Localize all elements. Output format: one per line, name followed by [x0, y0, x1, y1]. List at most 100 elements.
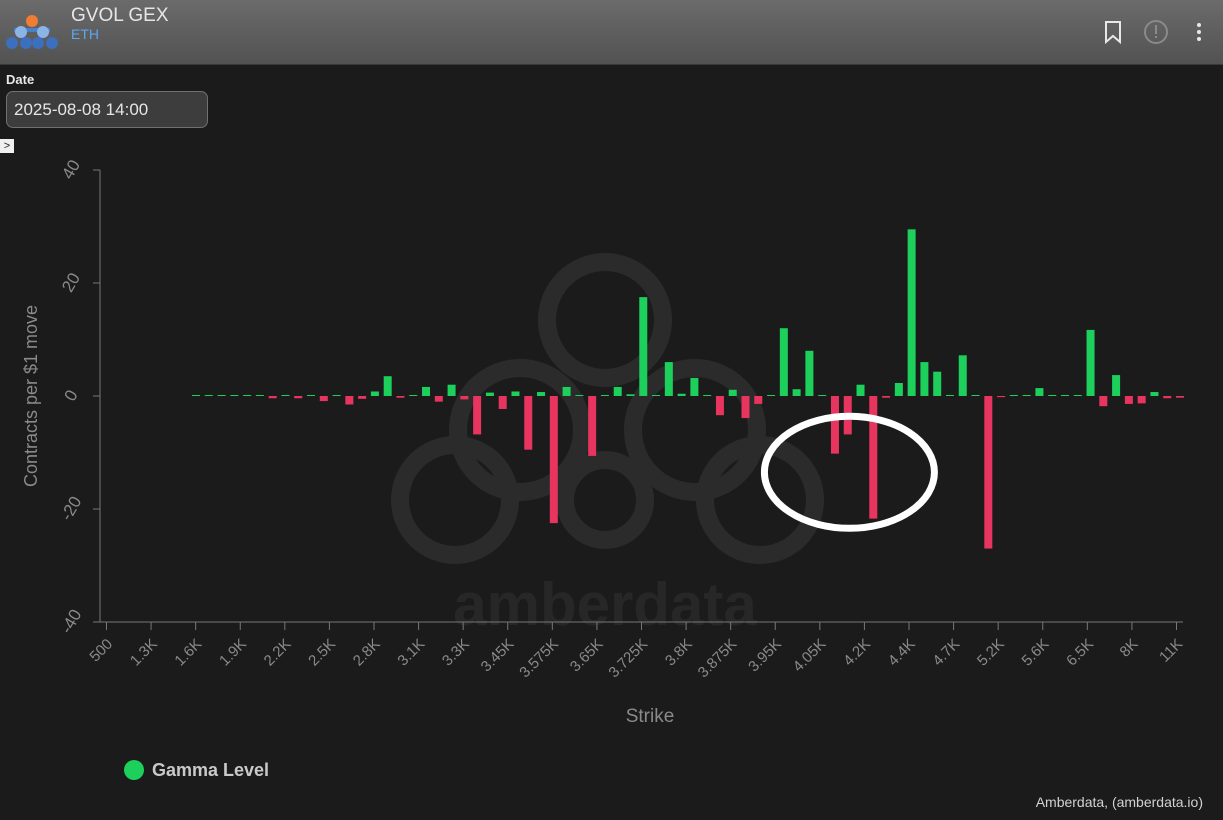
gamma-bar	[383, 376, 392, 396]
gamma-bar	[345, 396, 354, 405]
gamma-bar	[945, 395, 954, 396]
gamma-bar	[511, 391, 520, 396]
widget-header: GVOL GEX ETH	[0, 0, 1223, 65]
gamma-bar	[1163, 396, 1172, 399]
x-tick-label: 2.2K	[261, 636, 295, 670]
legend-label: Gamma Level	[152, 759, 270, 780]
y-tick-label: 40	[58, 157, 84, 183]
gamma-bar	[307, 395, 316, 396]
x-tick-label: 3.95K	[745, 636, 785, 676]
gamma-bar	[728, 389, 737, 396]
gamma-bar	[1048, 395, 1057, 396]
gamma-bar	[626, 394, 635, 396]
x-tick-label: 3.8K	[662, 636, 696, 670]
x-tick-label: 3.3K	[439, 636, 473, 670]
gamma-bar	[639, 297, 648, 396]
x-tick-label: 4.2K	[840, 636, 874, 670]
gamma-bar	[319, 396, 328, 402]
gamma-bar	[549, 396, 558, 524]
asset-subtitle: ETH	[71, 26, 99, 42]
x-axis-title: Strike	[626, 706, 675, 727]
x-tick-label: 1.3K	[127, 636, 161, 670]
gamma-bar	[715, 396, 724, 416]
gamma-bar	[409, 395, 418, 396]
gamma-bar	[1060, 395, 1069, 396]
x-tick-label: 1.9K	[216, 636, 250, 670]
gamma-exposure-chart: amberdata 40 20 0 -20 -40 Contracts per $1 mov…	[21, 157, 1186, 727]
y-tick-label: 0	[61, 387, 82, 405]
x-tick-label: 3.1K	[394, 636, 428, 670]
gamma-bar	[779, 328, 788, 396]
gamma-bar	[332, 395, 341, 396]
x-tick-label: 4.4K	[885, 636, 919, 670]
gamma-bar	[447, 384, 456, 396]
more-menu-icon[interactable]	[1185, 18, 1213, 46]
gamma-bar	[805, 350, 814, 396]
gamma-bar	[294, 396, 303, 399]
x-tick-label: 3.875K	[695, 636, 741, 682]
x-tick-label: 1.6K	[171, 636, 205, 670]
gamma-bar	[703, 395, 712, 396]
x-tick-label: 3.45K	[478, 636, 518, 676]
legend-item-gamma-level[interactable]: Gamma Level	[124, 758, 269, 782]
gamma-bar	[1099, 396, 1108, 407]
gamma-bar	[920, 362, 929, 396]
x-tick-label: 500	[86, 636, 116, 666]
gamma-bar	[664, 362, 673, 396]
gvol-logo	[6, 15, 58, 49]
gamma-bar	[894, 383, 903, 396]
gamma-bar	[230, 395, 239, 396]
gamma-bar	[997, 396, 1006, 398]
gamma-bar	[984, 396, 993, 549]
gamma-bar	[1137, 396, 1146, 404]
gamma-bar	[600, 395, 609, 396]
x-tick-label: 5.2K	[974, 636, 1008, 670]
gamma-bar	[370, 391, 379, 396]
x-tick-label: 4.05K	[790, 636, 830, 676]
gamma-bar	[485, 392, 494, 396]
gamma-bar	[767, 395, 776, 396]
gamma-bar	[588, 396, 597, 456]
gamma-bar	[192, 395, 200, 396]
watermark-logo	[391, 253, 824, 564]
gamma-bar	[1176, 396, 1184, 398]
x-tick-label: 3.575K	[516, 636, 562, 682]
x-tick-label: 6.5K	[1063, 636, 1097, 670]
x-tick-label: 3.725K	[605, 636, 651, 682]
gamma-bar	[830, 396, 839, 454]
gamma-bar	[677, 393, 686, 396]
gamma-bar	[434, 396, 443, 402]
gamma-bar	[243, 395, 252, 396]
gamma-bar	[422, 386, 431, 396]
gamma-bar	[358, 396, 367, 399]
date-input[interactable]	[6, 91, 208, 128]
gamma-bar	[268, 396, 277, 399]
gamma-bar	[856, 384, 865, 396]
credit-text: Amberdata, (amberdata.io)	[1035, 794, 1203, 810]
gamma-bar	[690, 377, 699, 396]
gamma-bar	[1022, 395, 1031, 396]
y-tick-label: 20	[58, 270, 84, 296]
legend-marker	[124, 760, 144, 780]
x-tick-label: 5.6K	[1019, 636, 1053, 670]
gamma-bar	[1035, 388, 1044, 396]
x-tick-label: 4.7K	[929, 636, 963, 670]
widget-title: GVOL GEX	[71, 5, 169, 26]
gamma-bar	[1009, 395, 1018, 396]
gamma-bar	[562, 386, 571, 396]
gamma-bar	[882, 396, 891, 398]
gamma-bar	[498, 396, 507, 409]
gamma-bar	[524, 396, 533, 450]
gamma-bar	[818, 395, 827, 396]
gamma-bar	[473, 396, 482, 435]
gamma-bar	[1150, 392, 1159, 396]
gamma-bar	[971, 395, 980, 396]
bookmark-icon[interactable]	[1099, 18, 1127, 46]
y-axis-title: Contracts per $1 move	[21, 305, 41, 487]
gamma-bar	[255, 395, 264, 396]
gamma-bar	[958, 355, 967, 396]
watermark-text: amberdata	[453, 571, 757, 638]
info-icon[interactable]	[1142, 18, 1170, 46]
gamma-bar	[907, 229, 916, 396]
y-tick-label: -40	[57, 606, 86, 637]
